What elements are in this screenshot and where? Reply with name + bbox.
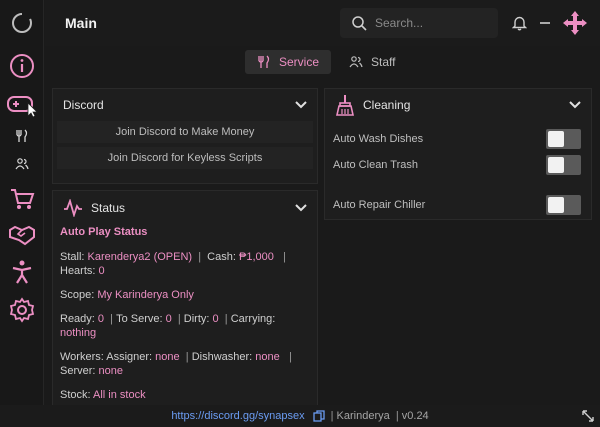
stall-value: Karenderya2 (OPEN) xyxy=(87,251,193,263)
auto-clean-trash-toggle[interactable] xyxy=(546,155,581,175)
stock-value: All in stock xyxy=(93,389,146,401)
chevron-down-icon[interactable] xyxy=(293,97,309,113)
workers-label: Workers: Assigner: xyxy=(60,351,153,363)
toggle-row: Auto Repair Chiller xyxy=(333,195,581,215)
tab-staff[interactable]: Staff xyxy=(337,50,407,74)
toggle-label: Auto Repair Chiller xyxy=(333,199,426,211)
copy-icon[interactable] xyxy=(312,410,325,422)
search-input[interactable] xyxy=(375,16,485,30)
page-title: Main xyxy=(65,15,97,31)
dishwasher-label: Dishwasher: xyxy=(191,351,253,363)
tab-bar: Service Staff xyxy=(245,50,413,74)
tab-service[interactable]: Service xyxy=(245,50,332,74)
stall-label: Stall: xyxy=(60,251,85,263)
toggle-label: Auto Wash Dishes xyxy=(333,133,424,145)
carrying-value: nothing xyxy=(60,327,97,339)
toggle-row: Auto Wash Dishes xyxy=(333,129,581,149)
chevron-down-icon[interactable] xyxy=(293,200,309,216)
cash-value: ₱1,000 xyxy=(238,251,274,263)
chevron-down-icon[interactable] xyxy=(567,97,583,113)
utensils-icon xyxy=(258,55,270,68)
ready-value: 0 xyxy=(97,313,105,325)
scope-value: My Karinderya Only xyxy=(97,289,194,301)
dirty-value: 0 xyxy=(212,313,219,325)
utensils-icon[interactable] xyxy=(12,126,32,146)
panel-title: Discord xyxy=(63,98,104,112)
cleaning-panel-header[interactable]: Cleaning xyxy=(325,89,591,121)
status-panel-header[interactable]: Status xyxy=(53,191,317,225)
tab-label: Service xyxy=(279,55,320,69)
gear-icon[interactable] xyxy=(6,295,38,325)
auto-repair-chiller-toggle[interactable] xyxy=(546,195,581,215)
minimize-icon[interactable] xyxy=(534,12,556,34)
status-body: Auto Play Status Stall: Karenderya2 (OPE… xyxy=(60,226,292,401)
cash-label: Cash: xyxy=(207,251,236,263)
server-value: none xyxy=(98,365,124,377)
join-discord-keyless-button[interactable]: Join Discord for Keyless Scripts xyxy=(57,147,313,169)
hearts-value: 0 xyxy=(98,265,105,277)
person-icon[interactable] xyxy=(6,257,38,287)
auto-wash-dishes-toggle[interactable] xyxy=(546,129,581,149)
game-name: Karinderya xyxy=(336,410,390,422)
cart-icon[interactable] xyxy=(6,184,38,214)
ready-label: Ready: xyxy=(60,313,95,325)
info-icon[interactable] xyxy=(6,51,38,81)
toserve-label: To Serve: xyxy=(116,313,163,325)
sidebar xyxy=(0,0,44,405)
status-panel: Status Auto Play Status Stall: Karendery… xyxy=(52,190,318,405)
handshake-icon[interactable] xyxy=(6,220,38,250)
toserve-value: 0 xyxy=(165,313,172,325)
dishwasher-value: none xyxy=(255,351,280,363)
assigner-value: none xyxy=(155,351,180,363)
version: v0.24 xyxy=(401,410,429,422)
tab-label: Staff xyxy=(371,55,396,69)
gamepad-icon[interactable] xyxy=(6,90,38,120)
header: Main xyxy=(45,0,600,46)
toggle-knob xyxy=(548,197,564,213)
dirty-label: Dirty: xyxy=(183,313,210,325)
panel-title: Status xyxy=(91,201,126,215)
pulse-icon xyxy=(64,199,82,217)
discord-link[interactable]: https://discord.gg/synapsex xyxy=(171,410,304,422)
discord-panel-header[interactable]: Discord xyxy=(53,89,317,121)
users-icon[interactable] xyxy=(12,154,32,174)
scope-label: Scope: xyxy=(60,289,95,301)
broom-icon xyxy=(336,95,354,116)
status-heading: Auto Play Status xyxy=(60,226,148,238)
hearts-label: Hearts: xyxy=(60,265,96,277)
users-icon xyxy=(349,56,363,68)
search-box[interactable] xyxy=(340,8,498,38)
carrying-label: Carrying: xyxy=(230,313,276,325)
footer: https://discord.gg/synapsex | Karinderya… xyxy=(0,405,600,427)
join-discord-money-button[interactable]: Join Discord to Make Money xyxy=(57,121,313,143)
server-label: Server: xyxy=(60,365,96,377)
logo-ring-icon[interactable] xyxy=(6,8,38,38)
panel-title: Cleaning xyxy=(363,98,411,112)
stock-label: Stock: xyxy=(60,389,91,401)
toggle-row: Auto Clean Trash xyxy=(333,155,581,175)
toggle-knob xyxy=(548,157,564,173)
toggle-knob xyxy=(548,131,564,147)
search-icon xyxy=(352,15,367,31)
cleaning-panel: Cleaning Auto Wash Dishes Auto Clean Tra… xyxy=(324,88,592,220)
bell-icon[interactable] xyxy=(508,12,530,34)
move-icon[interactable] xyxy=(560,9,590,37)
discord-panel: Discord Join Discord to Make Money Join … xyxy=(52,88,318,184)
resize-icon[interactable] xyxy=(582,410,594,422)
toggle-label: Auto Clean Trash xyxy=(333,159,418,171)
